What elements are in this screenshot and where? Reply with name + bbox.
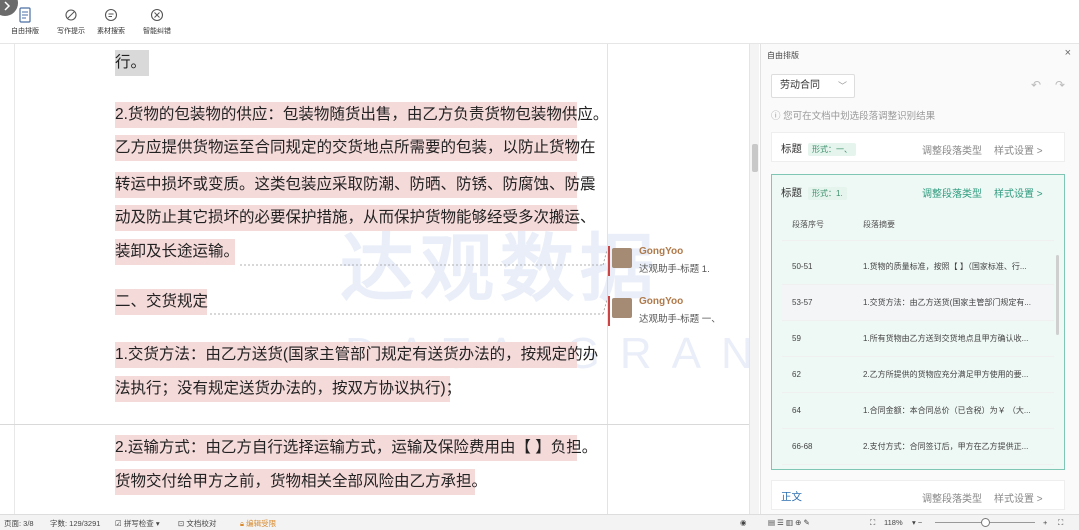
- top-toolbar: 自由排版 写作提示 素材搜索 智能纠错: [0, 0, 1079, 44]
- avatar: [612, 298, 632, 318]
- comment-1[interactable]: GongYoo 达观助手-标题 1.: [608, 246, 742, 280]
- adjust-type-link[interactable]: 调整段落类型: [922, 185, 982, 200]
- table-row[interactable]: 62 2.乙方所提供的货物应充分满足甲方使用的要...: [782, 357, 1054, 393]
- adjust-type-link[interactable]: 调整段落类型: [922, 490, 982, 505]
- undo-icon[interactable]: ↶: [1031, 78, 1041, 92]
- col-header-no: 段落序号: [792, 220, 824, 229]
- table-row[interactable]: 53-57 1.交货方法：由乙方送货(国家主管部门规定有...: [782, 285, 1054, 321]
- card-title: 标题 形式：1.: [781, 185, 847, 200]
- spell-check-button[interactable]: ☑ 拼写检查 ▾: [115, 518, 160, 529]
- table-row[interactable]: 66-68 2.支付方式：合同签订后，甲方在乙方提供正...: [782, 429, 1054, 465]
- scrollbar-thumb[interactable]: [752, 144, 758, 172]
- format-badge: 形式：1.: [808, 187, 847, 200]
- info-icon: ⓘ: [771, 111, 784, 122]
- card-title: 标题 形式：一、: [781, 141, 856, 156]
- fullscreen-icon[interactable]: ⛶: [1058, 518, 1063, 528]
- redo-icon[interactable]: ↷: [1055, 78, 1065, 92]
- table-row[interactable]: 64 1.合同金额：本合同总价（已含税）为￥ （大...: [782, 393, 1054, 429]
- comment-text: 达观助手-标题 一、: [639, 314, 721, 325]
- table-scrollbar[interactable]: [1056, 255, 1059, 335]
- status-bar: 页面: 3/8 字数: 129/3291 ☑ 拼写检查 ▾ ⊡ 文档校对 🔒︎ …: [0, 514, 1079, 530]
- chevron-down-icon: ﹀: [837, 81, 847, 91]
- material-search-button[interactable]: 素材搜索: [90, 6, 132, 40]
- view-mode-icons[interactable]: ▤ ☰ ▥ ⊕ ✎: [768, 518, 810, 527]
- comment-marker: [608, 246, 610, 276]
- comment-author: GongYoo: [639, 246, 684, 257]
- comment-2[interactable]: GongYoo 达观助手-标题 一、: [608, 296, 742, 330]
- smart-correct-label: 智能纠错: [143, 28, 171, 35]
- paragraph-type-card-2[interactable]: 标题 形式：1. 调整段落类型 样式设置 > 段落序号 段落摘要 50-51 1.…: [771, 174, 1065, 470]
- zoom-out-button[interactable]: ▾ −: [912, 518, 922, 527]
- word-count: 字数: 129/3291: [50, 519, 101, 528]
- card-title: 正文: [781, 491, 802, 503]
- paragraph-type-card-1[interactable]: 标题 形式：一、 调整段落类型 样式设置 >: [771, 132, 1065, 162]
- comment-text: 达观助手-标题 1.: [639, 264, 710, 275]
- col-header-summary: 段落摘要: [863, 220, 895, 229]
- writing-hint-label: 写作提示: [57, 28, 85, 35]
- style-settings-link[interactable]: 样式设置 >: [994, 142, 1043, 157]
- doc-proof-button[interactable]: ⊡ 文档校对: [178, 518, 216, 529]
- free-layout-button[interactable]: 自由排版: [4, 6, 46, 40]
- material-search-icon: [90, 6, 132, 24]
- zoom-in-button[interactable]: +: [1043, 518, 1047, 527]
- adjust-type-link[interactable]: 调整段落类型: [922, 142, 982, 157]
- panel-hint: ⓘ 您可在文档中划选段落调整识别结果: [771, 111, 936, 122]
- document-scrollbar[interactable]: [749, 44, 759, 514]
- free-layout-label: 自由排版: [11, 28, 39, 35]
- edit-restrict-button[interactable]: 🔒︎ 编辑受限: [240, 518, 276, 529]
- writing-hint-icon: [50, 6, 92, 24]
- zoom-fit-icon[interactable]: ⛶: [870, 518, 875, 528]
- table-header: 段落序号 段落摘要: [782, 209, 1054, 241]
- style-settings-link[interactable]: 样式设置 >: [994, 185, 1043, 200]
- writing-hint-button[interactable]: 写作提示: [50, 6, 92, 40]
- doc-type-value: 劳动合同: [780, 80, 820, 91]
- material-search-label: 素材搜索: [97, 28, 125, 35]
- format-badge: 形式：一、: [808, 143, 856, 156]
- panel-title: 自由排版: [767, 51, 799, 60]
- eye-icon[interactable]: ◉: [740, 518, 747, 527]
- paragraph-type-card-3[interactable]: 正文 调整段落类型 样式设置 >: [771, 480, 1065, 510]
- page-indicator: 页面: 3/8: [4, 519, 34, 528]
- document-canvas[interactable]: 达观数据 DATA GRAND 行。 2.货物的包装物的供应：包装物随货出售，由…: [0, 44, 750, 514]
- smart-correct-icon: [136, 6, 178, 24]
- comment-marker: [608, 296, 610, 326]
- comment-author: GongYoo: [639, 296, 684, 307]
- doc-type-select[interactable]: 劳动合同 ﹀: [771, 74, 855, 98]
- free-layout-panel: 自由排版 × 劳动合同 ﹀ ↶ ↷ ⓘ 您可在文档中划选段落调整识别结果 标题形…: [760, 44, 1079, 514]
- table-row[interactable]: 59 1.所有货物由乙方送到交货地点且甲方确认收...: [782, 321, 1054, 357]
- style-settings-link[interactable]: 样式设置 >: [994, 490, 1043, 505]
- layout-icon: [4, 6, 46, 24]
- zoom-level: 118%: [884, 518, 903, 527]
- close-icon[interactable]: ×: [1065, 47, 1071, 59]
- avatar: [612, 248, 632, 268]
- table-row[interactable]: 50-51 1.货物的质量标准，按照【 】（国家标准、行...: [782, 249, 1054, 285]
- zoom-slider-handle[interactable]: [981, 518, 990, 527]
- smart-correct-button[interactable]: 智能纠错: [136, 6, 178, 40]
